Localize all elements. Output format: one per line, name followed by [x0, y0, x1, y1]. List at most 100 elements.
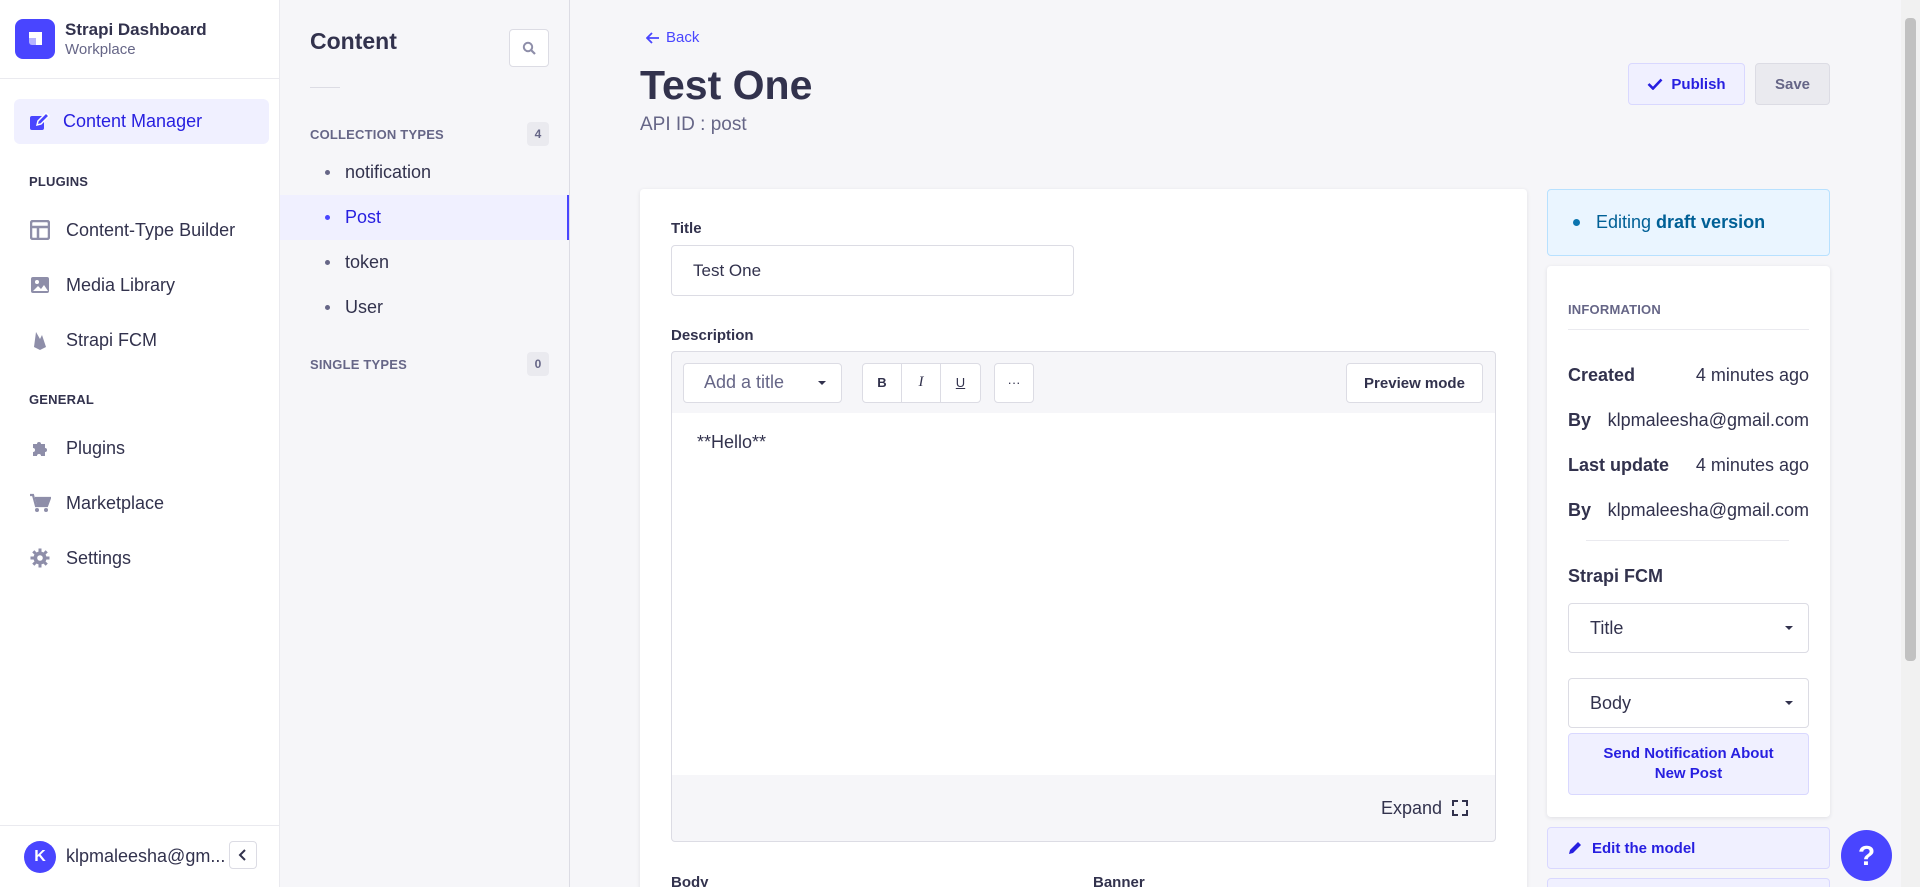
- publish-label: Publish: [1671, 75, 1726, 93]
- heading-select[interactable]: Add a title: [683, 362, 842, 403]
- body-field-label: Body: [671, 874, 709, 887]
- italic-button[interactable]: I: [902, 363, 941, 402]
- status-dot-icon: [1573, 219, 1580, 226]
- layout-icon: [29, 219, 51, 241]
- api-id: API ID : post: [640, 114, 747, 135]
- subnav-title: Content: [310, 28, 397, 54]
- single-types-header[interactable]: SINGLE TYPES 0: [310, 352, 549, 376]
- expand-icon: [1452, 800, 1468, 816]
- info-key: Created: [1568, 365, 1636, 385]
- strapi-logo-icon: [15, 19, 55, 59]
- avatar: K: [24, 840, 56, 873]
- profile-name: klpmaleesha@gm...: [66, 846, 226, 866]
- search-icon: [522, 41, 536, 55]
- info-row-created: Created 4 minutes ago: [1568, 365, 1809, 386]
- info-row-updated-by: By klpmaleesha@gmail.com: [1568, 500, 1809, 521]
- main-navigation: Strapi Dashboard Workplace Content Manag…: [0, 0, 280, 887]
- title-field-label: Title: [671, 220, 702, 237]
- nav-item-content-manager[interactable]: Content Manager: [14, 99, 269, 144]
- user-profile[interactable]: K klpmaleesha@gm...: [0, 825, 280, 887]
- bullet-icon: [325, 260, 330, 265]
- divider: [1568, 329, 1809, 330]
- nav-item-strapi-fcm[interactable]: Strapi FCM: [29, 325, 157, 355]
- collection-item-label: notification: [345, 162, 432, 182]
- caret-down-icon: [817, 380, 827, 386]
- back-label: Back: [666, 29, 700, 46]
- nav-label: Settings: [66, 547, 132, 568]
- fcm-title-select-value: Title: [1590, 617, 1624, 638]
- check-icon: [1647, 78, 1663, 90]
- collection-item-notification[interactable]: notification: [280, 150, 569, 195]
- bullet-icon: [325, 215, 330, 220]
- nav-item-media-library[interactable]: Media Library: [29, 270, 175, 300]
- collapse-nav-button[interactable]: [229, 841, 257, 869]
- preview-mode-button[interactable]: Preview mode: [1346, 363, 1483, 403]
- send-notification-button[interactable]: Send Notification About New Post: [1568, 733, 1809, 795]
- scrollbar-thumb[interactable]: [1905, 18, 1916, 661]
- description-field-label: Description: [671, 327, 754, 344]
- bullet-icon: [325, 170, 330, 175]
- back-link[interactable]: Back: [640, 29, 699, 46]
- underline-button[interactable]: U: [941, 364, 980, 402]
- markdown-editor: Add a title B I U ··· Preview mode **Hel…: [671, 351, 1496, 842]
- nav-label: Strapi FCM: [66, 329, 158, 350]
- edit-model-button[interactable]: Edit the model: [1547, 827, 1830, 869]
- bold-button[interactable]: B: [863, 363, 902, 402]
- caret-down-icon: [1784, 700, 1794, 706]
- brand-subtitle: Workplace: [65, 41, 136, 58]
- title-input[interactable]: Test One: [671, 245, 1074, 296]
- expand-label: Expand: [1380, 797, 1442, 818]
- help-button[interactable]: ?: [1841, 830, 1892, 881]
- caret-down-icon: [1784, 625, 1794, 631]
- info-value: klpmaleesha@gmail.com: [1607, 410, 1809, 430]
- arrow-left-icon: [646, 31, 660, 44]
- nav-label: Plugins: [66, 437, 126, 458]
- nav-item-settings[interactable]: Settings: [29, 543, 131, 573]
- cart-icon: [29, 492, 51, 514]
- draft-prefix: Editing: [1596, 212, 1652, 232]
- brand-header: Strapi Dashboard Workplace: [0, 0, 279, 79]
- info-value: 4 minutes ago: [1695, 455, 1809, 475]
- collection-types-label: COLLECTION TYPES: [310, 126, 444, 142]
- pencil-square-icon: [28, 111, 50, 133]
- expand-button[interactable]: Expand: [672, 775, 1495, 841]
- page-title: Test One: [640, 62, 813, 108]
- fcm-body-select[interactable]: Body: [1568, 678, 1809, 728]
- info-key: By: [1568, 410, 1592, 430]
- publish-button[interactable]: Publish: [1628, 63, 1745, 105]
- nav-label: Media Library: [66, 274, 176, 295]
- gear-icon: [29, 547, 51, 569]
- plugins-heading: PLUGINS: [29, 174, 89, 189]
- format-buttons: B I U: [862, 362, 981, 403]
- divider: [1586, 540, 1789, 541]
- nav-item-plugins[interactable]: Plugins: [29, 433, 125, 463]
- banner-field-label: Banner: [1093, 874, 1145, 887]
- nav-label: Marketplace: [66, 492, 165, 513]
- information-panel: INFORMATION Created 4 minutes ago By klp…: [1547, 266, 1830, 817]
- save-button[interactable]: Save: [1755, 63, 1830, 105]
- puzzle-icon: [29, 437, 51, 459]
- editor-textarea[interactable]: **Hello**: [672, 413, 1495, 775]
- next-action-button[interactable]: [1547, 878, 1830, 887]
- fcm-title-select[interactable]: Title: [1568, 603, 1809, 653]
- collection-item-post[interactable]: Post: [280, 195, 569, 240]
- heading-select-value: Add a title: [704, 372, 785, 392]
- collection-types-header[interactable]: COLLECTION TYPES 4: [310, 122, 549, 146]
- bullet-icon: [325, 305, 330, 310]
- nav-item-marketplace[interactable]: Marketplace: [29, 488, 164, 518]
- collection-item-user[interactable]: User: [280, 285, 569, 330]
- fcm-body-select-value: Body: [1590, 692, 1632, 713]
- content-subnav: Content COLLECTION TYPES 4 notification …: [280, 0, 570, 887]
- page-scrollbar[interactable]: [1901, 0, 1920, 887]
- more-button[interactable]: ···: [994, 362, 1034, 403]
- nav-label: Content Manager: [63, 111, 203, 131]
- search-button[interactable]: [509, 29, 549, 67]
- nav-item-content-type-builder[interactable]: Content-Type Builder: [29, 215, 235, 245]
- editor-toolbar: Add a title B I U ··· Preview mode: [672, 352, 1495, 413]
- fcm-heading: Strapi FCM: [1568, 566, 1664, 586]
- draft-strong: draft version: [1656, 212, 1766, 232]
- collection-item-label: token: [345, 252, 390, 272]
- single-types-label: SINGLE TYPES: [310, 356, 408, 372]
- edit-model-label: Edit the model: [1592, 839, 1696, 857]
- collection-item-token[interactable]: token: [280, 240, 569, 285]
